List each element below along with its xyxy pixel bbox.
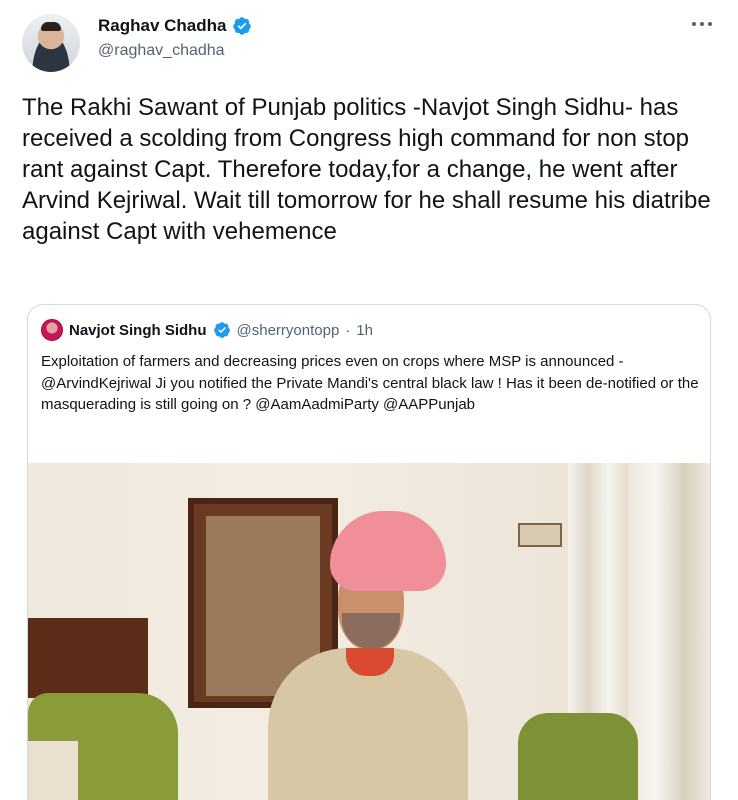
- tweet-card[interactable]: Raghav Chadha @raghav_chadha The Rakhi S…: [0, 0, 738, 800]
- verified-badge-icon: [213, 322, 230, 338]
- more-options-icon[interactable]: [692, 22, 712, 26]
- quoted-avatar: [41, 319, 63, 341]
- quoted-author-handle: @sherryontopp: [236, 321, 340, 339]
- quoted-tweet[interactable]: Navjot Singh Sidhu @sherryontopp · 1h Ex…: [27, 304, 711, 800]
- author-name[interactable]: Raghav Chadha: [98, 16, 226, 36]
- separator-dot: ·: [345, 321, 351, 339]
- video-thumbnail[interactable]: [28, 463, 710, 800]
- author-handle[interactable]: @raghav_chadha: [98, 42, 252, 60]
- quoted-timestamp: 1h: [356, 321, 373, 339]
- author-block: Raghav Chadha @raghav_chadha: [98, 16, 252, 60]
- verified-badge-icon: [233, 17, 252, 35]
- quoted-text: Exploitation of farmers and decreasing p…: [41, 353, 699, 413]
- quoted-header: Navjot Singh Sidhu @sherryontopp · 1h: [41, 319, 373, 341]
- author-avatar[interactable]: [22, 14, 80, 72]
- quoted-author-name: Navjot Singh Sidhu: [69, 321, 207, 339]
- tweet-text: The Rakhi Sawant of Punjab politics -Nav…: [22, 94, 711, 245]
